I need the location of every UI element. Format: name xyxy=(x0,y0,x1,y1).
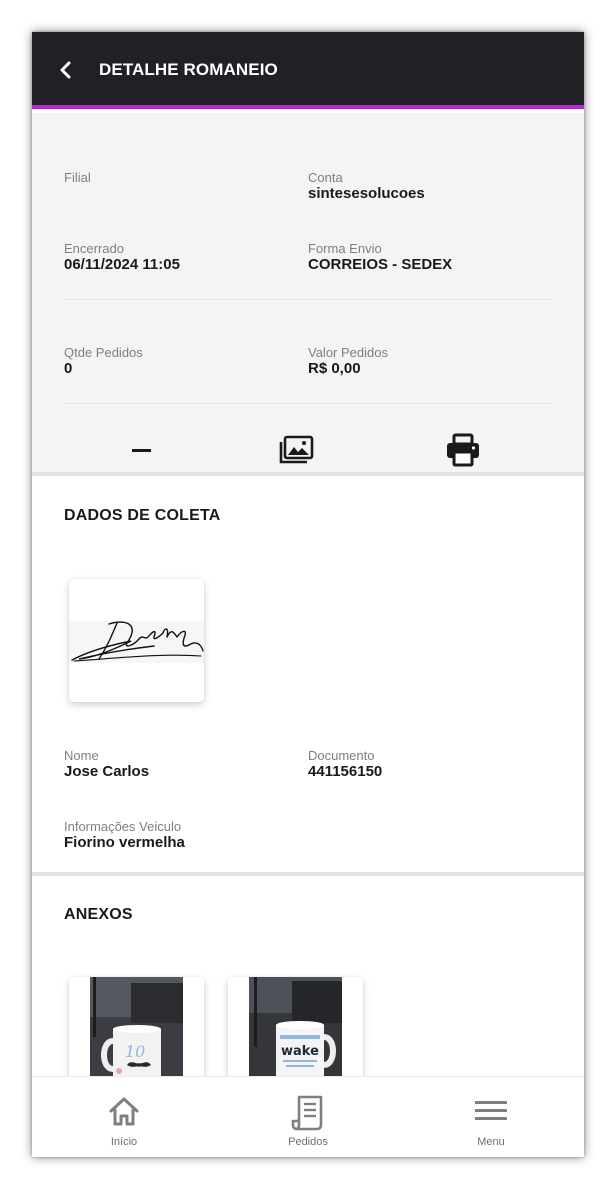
veiculo-value: Fiorino vermelha xyxy=(64,834,185,851)
section-separator xyxy=(32,872,584,876)
encerrado-field: Encerrado 06/11/2024 11:05 xyxy=(64,241,180,273)
bottom-navigation: Início Pedidos Menu xyxy=(32,1076,584,1157)
filial-field: Filial xyxy=(64,170,91,185)
page-title: DETALHE ROMANEIO xyxy=(99,60,278,79)
nav-menu[interactable]: Menu xyxy=(431,1077,551,1157)
valor-pedidos-label: Valor Pedidos xyxy=(308,345,388,360)
conta-value: sintesesolucoes xyxy=(308,185,425,202)
qtde-pedidos-label: Qtde Pedidos xyxy=(64,345,143,360)
nav-pedidos-label: Pedidos xyxy=(288,1136,328,1148)
qtde-pedidos-value: 0 xyxy=(64,360,73,377)
veiculo-field: Informações Veiculo Fiorino vermelha xyxy=(64,819,185,851)
signature-image xyxy=(71,621,204,662)
home-icon xyxy=(109,1097,139,1126)
forma-envio-label: Forma Envio xyxy=(308,241,382,256)
valor-pedidos-value: R$ 0,00 xyxy=(308,360,361,377)
documento-label: Documento xyxy=(308,748,375,763)
anexos-section-title: ANEXOS xyxy=(64,906,133,923)
photo-library-icon[interactable] xyxy=(279,435,315,465)
documento-field: Documento 441156150 xyxy=(308,748,382,780)
summary-panel: Filial Conta sintesesolucoes Encerrado 0… xyxy=(32,113,584,472)
printer-icon[interactable] xyxy=(445,433,481,467)
divider xyxy=(64,403,552,404)
qtde-pedidos-field: Qtde Pedidos 0 xyxy=(64,345,143,377)
encerrado-label: Encerrado xyxy=(64,241,124,256)
forma-envio-field: Forma Envio CORREIOS - SEDEX xyxy=(308,241,452,273)
conta-label: Conta xyxy=(308,170,343,185)
conta-field: Conta sintesesolucoes xyxy=(308,170,425,202)
filial-label: Filial xyxy=(64,170,91,185)
hamburger-menu-icon xyxy=(475,1101,507,1120)
nome-value: Jose Carlos xyxy=(64,763,150,780)
app-screen: DETALHE ROMANEIO Filial Conta sintesesol… xyxy=(32,32,584,1157)
svg-text:wake: wake xyxy=(281,1044,319,1059)
coleta-section-title: DADOS DE COLETA xyxy=(64,507,221,524)
minus-icon[interactable] xyxy=(130,440,154,460)
nav-menu-label: Menu xyxy=(477,1136,505,1148)
section-separator xyxy=(32,472,584,476)
forma-envio-value: CORREIOS - SEDEX xyxy=(308,256,453,273)
chevron-left-icon[interactable] xyxy=(56,59,76,81)
nav-pedidos[interactable]: Pedidos xyxy=(248,1077,368,1157)
receipt-icon xyxy=(291,1095,323,1131)
valor-pedidos-field: Valor Pedidos R$ 0,00 xyxy=(308,345,388,377)
nome-label: Nome xyxy=(64,748,99,763)
encerrado-value: 06/11/2024 11:05 xyxy=(64,256,180,273)
top-app-bar: DETALHE ROMANEIO xyxy=(32,32,584,109)
svg-text:10: 10 xyxy=(125,1042,145,1061)
nav-inicio-label: Início xyxy=(110,1136,138,1148)
divider xyxy=(64,299,552,300)
nome-field: Nome Jose Carlos xyxy=(64,748,149,780)
nav-inicio[interactable]: Início xyxy=(64,1077,184,1157)
documento-value: 441156150 xyxy=(308,763,383,780)
signature-card[interactable] xyxy=(69,579,204,702)
veiculo-label: Informações Veiculo xyxy=(64,819,182,834)
